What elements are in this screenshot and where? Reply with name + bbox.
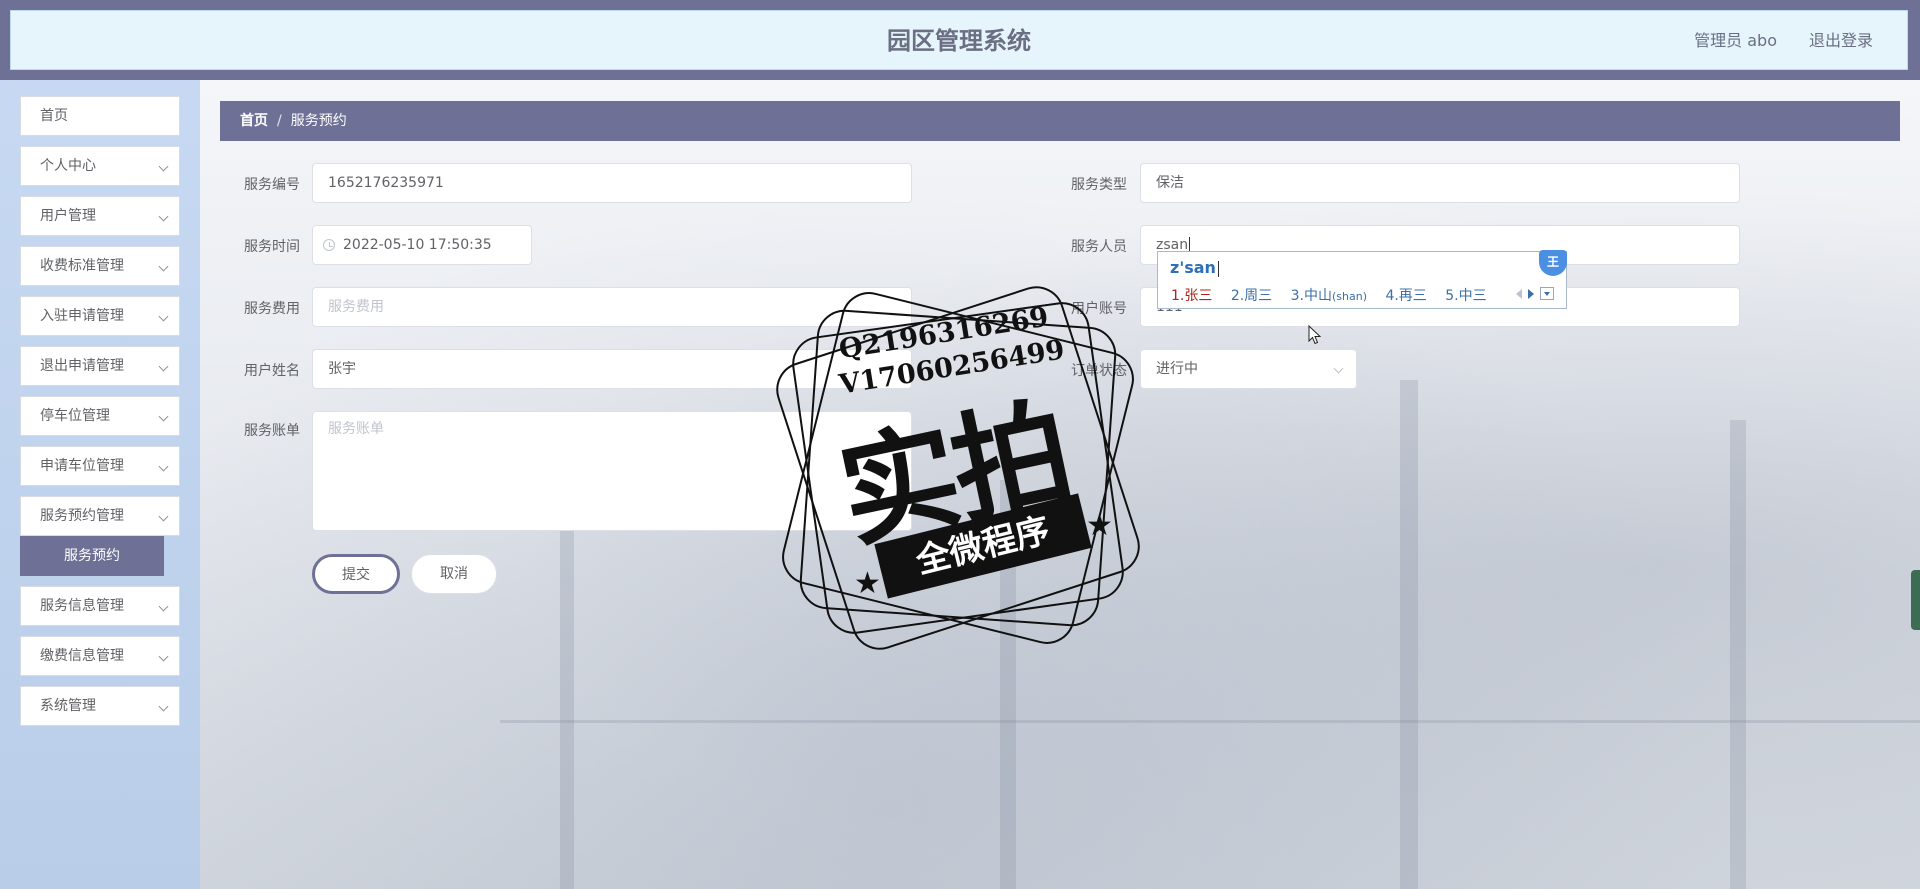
candidate-text: 周三 bbox=[1244, 288, 1273, 304]
chevron-down-icon bbox=[158, 601, 169, 612]
ime-candidate[interactable]: 5.中三 bbox=[1445, 288, 1486, 304]
breadcrumb-current: 服务预约 bbox=[290, 113, 347, 129]
sidebar-item-label: 用户管理 bbox=[40, 208, 96, 224]
background-decoration bbox=[500, 720, 1920, 723]
candidate-text: 中三 bbox=[1458, 288, 1487, 304]
current-user-label: 管理员 abo bbox=[1694, 31, 1777, 50]
ime-candidate[interactable]: 4.再三 bbox=[1385, 288, 1426, 304]
sidebar-item-parking-space[interactable]: 停车位管理 bbox=[20, 396, 180, 436]
candidate-index: 4. bbox=[1385, 288, 1399, 304]
chevron-down-icon bbox=[158, 261, 169, 272]
sidebar-item-service-info[interactable]: 服务信息管理 bbox=[20, 586, 180, 626]
sidebar-item-move-in-application[interactable]: 入驻申请管理 bbox=[20, 296, 180, 336]
sidebar-item-home[interactable]: 首页 bbox=[20, 96, 180, 136]
app-header: 园区管理系统 管理员 abo 退出登录 bbox=[10, 10, 1908, 70]
logout-link[interactable]: 退出登录 bbox=[1809, 11, 1873, 71]
service-time-value: 2022-05-10 17:50:35 bbox=[343, 237, 492, 253]
sidebar-subitem-service-booking[interactable]: 服务预约 bbox=[20, 536, 164, 576]
sidebar-item-label: 收费标准管理 bbox=[40, 258, 124, 274]
service-type-input[interactable]: 保洁 bbox=[1140, 163, 1740, 203]
background-decoration bbox=[1400, 380, 1418, 889]
service-fee-label: 服务费用 bbox=[244, 301, 300, 317]
service-time-label: 服务时间 bbox=[244, 239, 300, 255]
sidebar-item-payment-info[interactable]: 缴费信息管理 bbox=[20, 636, 180, 676]
cancel-button[interactable]: 取消 bbox=[411, 554, 497, 594]
service-no-input[interactable]: 1652176235971 bbox=[312, 163, 912, 203]
sidebar-item-system-management[interactable]: 系统管理 bbox=[20, 686, 180, 726]
candidate-pinyin: (shan) bbox=[1331, 290, 1367, 303]
service-no-label: 服务编号 bbox=[244, 177, 300, 193]
sidebar: 首页 个人中心 用户管理 收费标准管理 入驻申请管理 退出申请管理 停车位管理 … bbox=[0, 80, 200, 889]
chevron-down-icon bbox=[158, 511, 169, 522]
user-name-label: 用户姓名 bbox=[244, 363, 300, 379]
sidebar-item-parking-application[interactable]: 申请车位管理 bbox=[20, 446, 180, 486]
ime-next-page-icon[interactable] bbox=[1528, 289, 1534, 299]
app-title: 园区管理系统 bbox=[887, 27, 1031, 55]
submit-button[interactable]: 提交 bbox=[312, 554, 400, 594]
ime-candidate-list: 1.张三 2.周三 3.中山(shan) 4.再三 5.中三 bbox=[1171, 285, 1501, 305]
chevron-down-icon bbox=[158, 651, 169, 662]
chevron-down-icon bbox=[158, 211, 169, 222]
star-icon: ★ bbox=[1086, 508, 1113, 543]
candidate-index: 5. bbox=[1445, 288, 1459, 304]
sidebar-item-label: 退出申请管理 bbox=[40, 358, 124, 374]
chevron-down-icon bbox=[158, 411, 169, 422]
sidebar-item-label: 服务信息管理 bbox=[40, 598, 124, 614]
watermark-stamp: Q2196316269 V17060256499 实拍 全微程序 ★ ★ bbox=[748, 258, 1168, 678]
sidebar-item-exit-application[interactable]: 退出申请管理 bbox=[20, 346, 180, 386]
background-decoration bbox=[560, 510, 574, 889]
ime-expand-icon[interactable] bbox=[1540, 287, 1554, 300]
sidebar-item-label: 停车位管理 bbox=[40, 408, 110, 424]
service-staff-label: 服务人员 bbox=[1071, 239, 1127, 255]
service-type-label: 服务类型 bbox=[1071, 177, 1127, 193]
ime-candidate[interactable]: 2.周三 bbox=[1231, 288, 1272, 304]
edge-widget[interactable] bbox=[1911, 570, 1920, 630]
star-icon: ★ bbox=[854, 566, 881, 601]
sidebar-item-label: 首页 bbox=[40, 108, 68, 124]
sidebar-item-user-management[interactable]: 用户管理 bbox=[20, 196, 180, 236]
candidate-text: 中山 bbox=[1303, 288, 1332, 304]
breadcrumb-home[interactable]: 首页 bbox=[240, 113, 268, 129]
sidebar-item-label: 申请车位管理 bbox=[40, 458, 124, 474]
order-status-select[interactable]: 进行中 bbox=[1140, 349, 1357, 389]
breadcrumb-separator: / bbox=[277, 113, 282, 129]
sidebar-item-service-booking[interactable]: 服务预约管理 bbox=[20, 496, 180, 536]
sidebar-item-fee-standard[interactable]: 收费标准管理 bbox=[20, 246, 180, 286]
ime-composition-text: z'san bbox=[1170, 258, 1216, 277]
chevron-down-icon bbox=[158, 701, 169, 712]
sidebar-item-label: 个人中心 bbox=[40, 158, 96, 174]
ime-candidate[interactable]: 1.张三 bbox=[1171, 288, 1212, 304]
chevron-down-icon bbox=[1333, 363, 1344, 374]
sidebar-item-label: 服务预约管理 bbox=[40, 508, 124, 524]
ime-candidate-window: z'san 1.张三 2.周三 3.中山(shan) 4.再三 5.中三 王 bbox=[1157, 250, 1567, 309]
chevron-down-icon bbox=[158, 361, 169, 372]
ime-prev-page-icon[interactable] bbox=[1516, 289, 1522, 299]
background-decoration bbox=[1730, 420, 1746, 889]
service-bill-label: 服务账单 bbox=[244, 423, 300, 439]
sidebar-item-label: 系统管理 bbox=[40, 698, 96, 714]
clock-icon bbox=[323, 239, 335, 251]
candidate-text: 张三 bbox=[1184, 288, 1213, 304]
ime-candidate[interactable]: 3.中山(shan) bbox=[1291, 288, 1367, 304]
text-caret bbox=[1217, 260, 1219, 277]
sidebar-item-personal-center[interactable]: 个人中心 bbox=[20, 146, 180, 186]
sidebar-item-label: 缴费信息管理 bbox=[40, 648, 124, 664]
service-time-picker[interactable]: 2022-05-10 17:50:35 bbox=[312, 225, 532, 265]
candidate-index: 1. bbox=[1171, 288, 1185, 304]
ime-logo-icon: 王 bbox=[1539, 250, 1567, 276]
candidate-text: 再三 bbox=[1398, 288, 1427, 304]
chevron-down-icon bbox=[158, 161, 169, 172]
candidate-index: 3. bbox=[1290, 288, 1304, 304]
chevron-down-icon bbox=[158, 461, 169, 472]
breadcrumb: 首页 / 服务预约 bbox=[220, 101, 1900, 141]
mouse-pointer-icon bbox=[1308, 325, 1322, 345]
candidate-index: 2. bbox=[1230, 288, 1245, 304]
ime-composition: z'san bbox=[1170, 258, 1219, 277]
sidebar-item-label: 入驻申请管理 bbox=[40, 308, 124, 324]
chevron-down-icon bbox=[158, 311, 169, 322]
